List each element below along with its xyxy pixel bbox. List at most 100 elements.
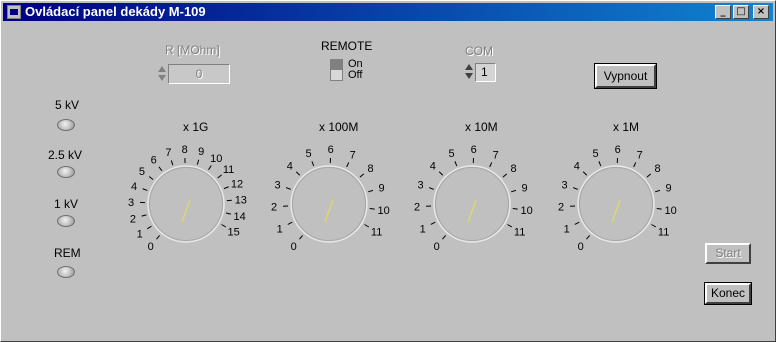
knob-tick: [287, 221, 293, 225]
indicator-1kv-led: [57, 215, 75, 227]
knob-tick-label: 3: [275, 179, 281, 191]
indicator-1kv-label: 1 kV: [54, 197, 79, 211]
spin-up-icon[interactable]: [158, 66, 166, 72]
knob-tick-label: 8: [511, 163, 517, 175]
knob-tick-label: 2: [414, 202, 420, 214]
knob-tick-label: 3: [562, 179, 568, 191]
knob-tick-label: 6: [471, 144, 477, 156]
close-button[interactable]: ×: [753, 5, 769, 19]
knob-tick-label: 10: [210, 153, 222, 165]
knob-tick: [156, 235, 161, 240]
resistance-label: R [MOhm]: [165, 43, 220, 57]
knob-tick: [368, 189, 374, 193]
window-title: Ovládací panel dekády M-109: [25, 4, 206, 19]
knob-face[interactable]: [147, 165, 225, 243]
knob-tick-label: 3: [128, 197, 134, 209]
knob-tick: [598, 161, 602, 167]
knob-tick-label: 13: [235, 195, 247, 207]
knob-tick-label: 12: [231, 178, 243, 190]
com-field[interactable]: 1: [475, 63, 496, 82]
knob-tick-label: 11: [514, 227, 525, 239]
knob-tick-label: 7: [493, 149, 499, 161]
knob-tick-label: 5: [305, 148, 311, 160]
resistance-field[interactable]: 0: [168, 64, 230, 84]
knob-tick: [221, 224, 227, 228]
knob-tick-label: 7: [350, 149, 356, 161]
knob-tick: [295, 171, 301, 176]
knob-tick-label: 5: [448, 148, 454, 160]
knob-tick: [502, 173, 508, 178]
knob-tick-label: 9: [198, 146, 204, 158]
knob-10m-title: x 10M: [465, 120, 498, 134]
knob-tick-label: 9: [378, 183, 384, 195]
knob-tick: [586, 235, 591, 240]
resistance-spinner[interactable]: [158, 65, 167, 83]
knob-tick-label: 2: [558, 202, 564, 214]
knob-tick: [346, 162, 350, 168]
knob-face[interactable]: [433, 165, 511, 243]
knob-tick-label: 6: [328, 144, 334, 156]
spin-up-icon[interactable]: [465, 64, 473, 70]
knob-tick-label: 9: [665, 183, 671, 195]
knob-face[interactable]: [577, 165, 655, 243]
knob-tick-label: 10: [378, 205, 390, 217]
knob-tick-label: 9: [521, 183, 527, 195]
knob-face[interactable]: [290, 165, 368, 243]
indicator-5kv-led: [57, 119, 75, 131]
remote-off-label: Off: [348, 69, 363, 81]
knob-1g[interactable]: 01234567 8 9101112131415: [128, 136, 247, 266]
konec-button[interactable]: Konec: [704, 282, 752, 305]
spin-down-icon[interactable]: [465, 73, 473, 79]
knob-tick-label: 4: [574, 160, 580, 172]
knob-tick-label: 10: [521, 205, 533, 217]
minimize-button[interactable]: _: [715, 5, 731, 19]
com-spinner[interactable]: [465, 63, 474, 81]
knob-1m[interactable]: 012 345 6 789 10 11: [558, 136, 677, 266]
knob-tick: [582, 171, 588, 176]
knob-tick-label: 2: [271, 202, 277, 214]
knob-tick-label: 0: [578, 241, 584, 253]
title-bar[interactable]: Ovládací panel dekády M-109 _ □ ×: [3, 3, 773, 21]
start-button[interactable]: Start: [705, 243, 751, 264]
knob-tick: [489, 162, 493, 168]
app-icon[interactable]: [7, 5, 21, 19]
knob-tick: [299, 235, 304, 240]
maximize-button[interactable]: □: [733, 5, 749, 19]
knob-tick-label: 4: [287, 160, 293, 172]
indicator-rem-led: [57, 266, 75, 278]
knob-tick-label: 6: [151, 155, 157, 167]
knob-tick-label: 3: [418, 179, 424, 191]
knob-tick: [574, 221, 580, 225]
knob-tick-label: 11: [223, 164, 234, 176]
knob-tick-label: 5: [139, 166, 145, 178]
remote-switch[interactable]: [330, 59, 343, 81]
knob-tick-label: 7: [165, 147, 171, 159]
knob-tick-label: 15: [228, 227, 240, 239]
knob-tick: [223, 186, 229, 190]
spin-down-icon[interactable]: [158, 75, 166, 81]
knob-tick-label: 14: [234, 211, 246, 223]
knob-tick: [507, 224, 513, 228]
knob-tick: [364, 224, 370, 228]
knob-tick-label: 4: [131, 181, 137, 193]
knob-10m[interactable]: 012 345 6 789 10 11: [414, 136, 533, 266]
knob-tick: [430, 221, 436, 225]
indicator-2-5kv-led: [57, 166, 75, 178]
knob-tick: [158, 166, 163, 172]
com-label: COM: [465, 44, 493, 58]
knob-tick: [655, 189, 661, 193]
knob-tick: [572, 187, 578, 190]
knob-tick: [217, 174, 222, 179]
vypnout-button[interactable]: Vypnout: [594, 63, 657, 89]
knob-tick-label: 0: [148, 241, 154, 253]
knob-tick: [651, 224, 657, 228]
remote-label: REMOTE: [321, 39, 373, 53]
knob-tick-label: 11: [371, 227, 382, 239]
knob-tick: [142, 188, 148, 191]
knob-tick: [208, 165, 212, 171]
indicator-5kv-label: 5 kV: [55, 98, 80, 112]
knob-tick: [369, 208, 375, 210]
knob-tick: [646, 173, 652, 178]
knob-tick: [285, 187, 291, 190]
knob-100m[interactable]: 012 345 6 789 10 11: [271, 136, 390, 266]
